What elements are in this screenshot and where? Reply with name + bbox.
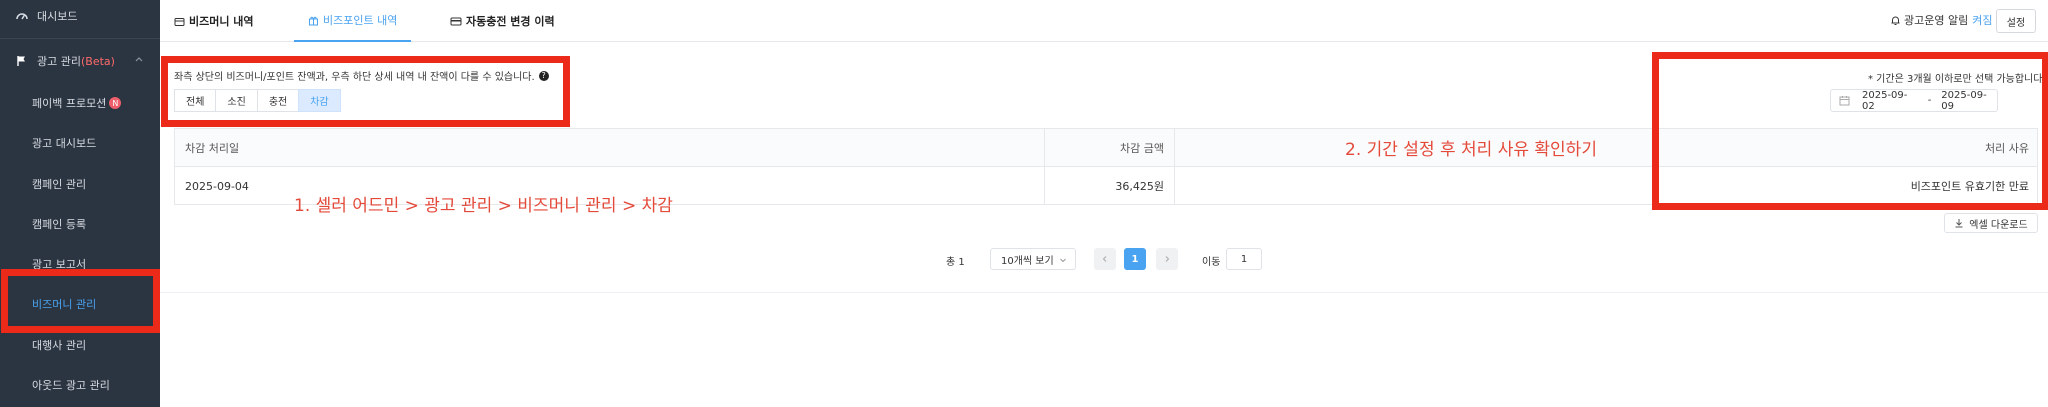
sidebar-item-campaign-management[interactable]: 캠페인 관리 [0, 164, 160, 204]
annotation-step1: 1. 셀러 어드민 > 광고 관리 > 비즈머니 관리 > 차감 [294, 196, 673, 216]
chevron-right-icon [1165, 256, 1170, 262]
new-badge: N [109, 97, 122, 109]
chevron-down-icon [1059, 256, 1067, 264]
chevron-up-icon [134, 54, 144, 64]
download-icon [1954, 218, 1964, 228]
beta-label: (Beta) [80, 54, 115, 68]
sidebar-item-label: 광고 대시보드 [32, 137, 97, 150]
sidebar-item-label: 페이백 프로모션 [32, 97, 107, 110]
sidebar: 대시보드 광고 관리 (Beta) 페이백 프로모션 N 광고 대시보드 캠페인… [0, 0, 160, 407]
tab-bizpoint-history[interactable]: 비즈포인트 내역 [294, 0, 412, 42]
dashboard-icon [15, 9, 29, 23]
tab-bar: 비즈머니 내역 비즈포인트 내역 자동충전 변경 이력 광고운영 알림 켜짐 설… [160, 0, 2048, 42]
excel-download-button[interactable]: 엑셀 다운로드 [1944, 213, 2038, 233]
annotation-step2: 2. 기간 설정 후 처리 사유 확인하기 [1345, 140, 1597, 160]
sidebar-item-label: 캠페인 등록 [32, 218, 87, 231]
tab-label: 비즈포인트 내역 [323, 14, 398, 27]
per-page-select[interactable]: 10개씩 보기 [990, 248, 1076, 270]
bell-icon [1890, 15, 1901, 26]
tab-bizmoney-history[interactable]: 비즈머니 내역 [174, 0, 254, 42]
annotation-box-filter [161, 56, 570, 127]
per-page-value: 10개씩 보기 [1001, 255, 1054, 267]
sidebar-item-ad-management[interactable]: 광고 관리 (Beta) [0, 41, 160, 81]
settings-button[interactable]: 설정 [1996, 9, 2036, 33]
page-move-input[interactable]: 1 [1226, 248, 1262, 270]
page-1-button[interactable]: 1 [1124, 248, 1146, 270]
card-icon [450, 16, 462, 27]
total-count: 총 1 [946, 257, 965, 268]
sidebar-item-payback-promotion[interactable]: 페이백 프로모션 N [0, 83, 160, 123]
alert-label: 광고운영 알림 [1904, 14, 1969, 27]
col-deduct-amount: 차감 금액 [1044, 129, 1174, 167]
ad-alert-toggle[interactable]: 광고운영 알림 켜짐 [1890, 12, 1992, 28]
col-deduct-date: 차감 처리일 [174, 129, 1044, 167]
prev-page-button[interactable] [1094, 248, 1116, 270]
alert-state: 켜짐 [1972, 14, 1993, 27]
sidebar-item-ad-dashboard[interactable]: 광고 대시보드 [0, 123, 160, 163]
gift-icon [308, 15, 319, 26]
page-move-label: 이동 [1202, 257, 1221, 268]
flag-icon [15, 54, 29, 68]
chevron-left-icon [1102, 256, 1107, 262]
annotation-box-period [1652, 52, 2048, 210]
sidebar-item-dashboard[interactable]: 대시보드 [0, 0, 160, 36]
tab-label: 자동충전 변경 이력 [466, 15, 555, 28]
annotation-box-sidebar [1, 269, 160, 333]
pagination: 총 1 10개씩 보기 1 이동 1 [160, 248, 2048, 272]
tab-auto-charge-history[interactable]: 자동충전 변경 이력 [450, 0, 555, 42]
excel-label: 엑셀 다운로드 [1969, 219, 2028, 231]
sidebar-divider [0, 38, 160, 39]
sidebar-item-campaign-registration[interactable]: 캠페인 등록 [0, 204, 160, 244]
divider [160, 292, 2048, 293]
sidebar-item-label: 대시보드 [37, 10, 78, 23]
sidebar-item-label: 캠페인 관리 [32, 178, 87, 191]
next-page-button[interactable] [1156, 248, 1178, 270]
sidebar-item-label: 아웃드 광고 관리 [32, 379, 110, 392]
sidebar-item-label: 광고 관리 [37, 55, 81, 68]
cell-amount: 36,425원 [1044, 167, 1174, 205]
wallet-icon [174, 16, 185, 27]
sidebar-item-outside-ad-management[interactable]: 아웃드 광고 관리 [0, 365, 160, 405]
sidebar-item-label: 대행사 관리 [32, 339, 87, 352]
tab-label: 비즈머니 내역 [189, 15, 254, 28]
